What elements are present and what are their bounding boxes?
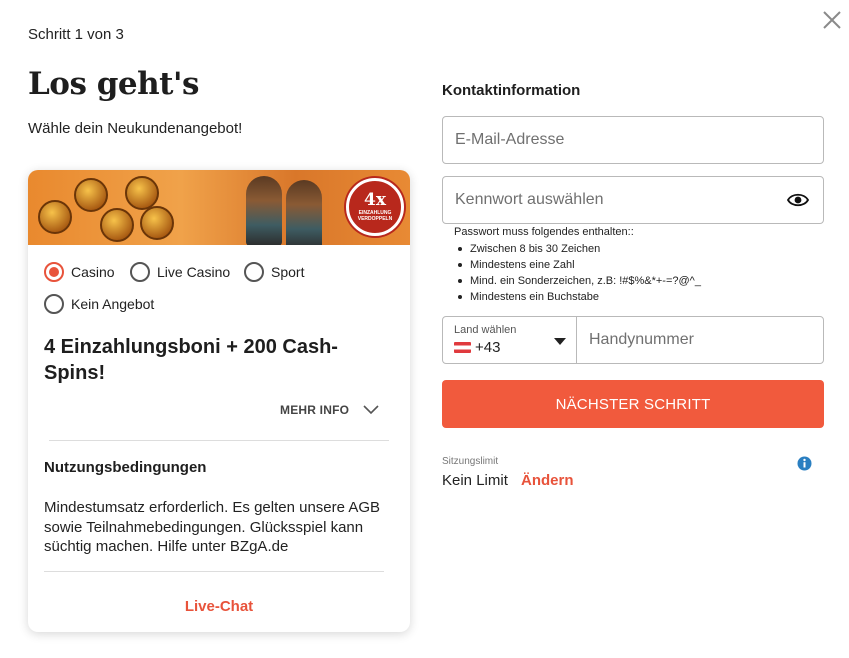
radio-label: Sport (271, 264, 305, 280)
radio-circle (244, 262, 264, 282)
session-limit-change-link[interactable]: Ändern (521, 472, 574, 489)
promo-banner-image: 4x EINZAHLUNG VERDOPPELN (28, 170, 410, 245)
password-rules-list: Zwischen 8 bis 30 Zeichen Mindestens ein… (456, 241, 701, 305)
eye-icon (786, 193, 810, 207)
chevron-down-icon (363, 405, 379, 415)
password-rule: Mindestens ein Buchstabe (456, 289, 701, 305)
show-password-toggle[interactable] (786, 192, 810, 213)
session-limit-label: Sitzungslimit (442, 456, 499, 467)
country-select-value: +43 (454, 339, 500, 356)
promo-badge-text: EINZAHLUNG VERDOPPELN (357, 210, 393, 222)
live-chat-link[interactable]: Live-Chat (28, 598, 410, 615)
banner-coin (74, 178, 108, 212)
session-limit-value: Kein Limit (442, 472, 508, 489)
country-select-label: Land wählen (454, 324, 517, 336)
password-rule: Zwischen 8 bis 30 Zeichen (456, 241, 701, 257)
banner-coin (100, 208, 134, 242)
radio-sport[interactable]: Sport (244, 262, 304, 282)
radio-label: Casino (71, 264, 115, 280)
radio-label: Kein Angebot (71, 296, 155, 312)
more-info-toggle[interactable]: MEHR INFO (280, 403, 379, 417)
banner-coin (140, 206, 174, 240)
divider (44, 571, 384, 572)
radio-circle (130, 262, 150, 282)
password-field (442, 176, 824, 224)
radio-circle (44, 294, 64, 314)
country-code: +43 (475, 339, 501, 356)
terms-text: Mindestumsatz erforderlich. Es gelten un… (44, 499, 380, 555)
password-input[interactable] (443, 177, 823, 223)
promo-badge: 4x EINZAHLUNG VERDOPPELN (346, 178, 404, 236)
banner-character (246, 176, 282, 245)
password-rule: Mind. ein Sonderzeichen, z.B: !#$%&*+-=?… (456, 273, 701, 289)
banner-character (286, 180, 322, 245)
close-button[interactable] (820, 8, 844, 32)
divider (49, 440, 389, 441)
close-icon (823, 11, 841, 29)
promo-badge-value: 4x (364, 190, 386, 210)
terms-title: Nutzungsbedingungen (44, 459, 207, 476)
radio-label: Live Casino (157, 264, 231, 280)
page-title: Los geht's (28, 66, 199, 102)
radio-circle (44, 262, 64, 282)
offer-card: 4x EINZAHLUNG VERDOPPELN Casino Live Cas… (28, 170, 410, 632)
phone-input[interactable] (577, 317, 823, 363)
austria-flag-icon (454, 342, 471, 353)
radio-kein-angebot[interactable]: Kein Angebot (44, 294, 154, 314)
page-subtitle: Wähle dein Neukundenangebot! (28, 120, 243, 137)
offer-headline: 4 Einzahlungsboni + 200 Cash-Spins! (44, 336, 338, 384)
password-rules-title: Passwort muss folgendes enthalten:: (454, 226, 634, 238)
radio-casino[interactable]: Casino (44, 262, 115, 282)
radio-live-casino[interactable]: Live Casino (130, 262, 230, 282)
step-indicator: Schritt 1 von 3 (28, 26, 124, 43)
banner-coin (38, 200, 72, 234)
next-step-button[interactable]: NÄCHSTER SCHRITT (442, 380, 824, 428)
email-input[interactable] (443, 117, 823, 163)
caret-down-icon (554, 338, 566, 345)
password-rule: Mindestens eine Zahl (456, 257, 701, 273)
phone-field-group: Land wählen +43 (442, 316, 824, 364)
country-code-select[interactable]: Land wählen +43 (443, 317, 577, 363)
info-icon (797, 456, 812, 471)
session-limit-info-button[interactable] (797, 456, 812, 476)
email-field (442, 116, 824, 164)
banner-coin (125, 176, 159, 210)
contact-section-title: Kontaktinformation (442, 82, 581, 99)
phone-field (577, 317, 823, 363)
more-info-label: MEHR INFO (280, 403, 350, 417)
